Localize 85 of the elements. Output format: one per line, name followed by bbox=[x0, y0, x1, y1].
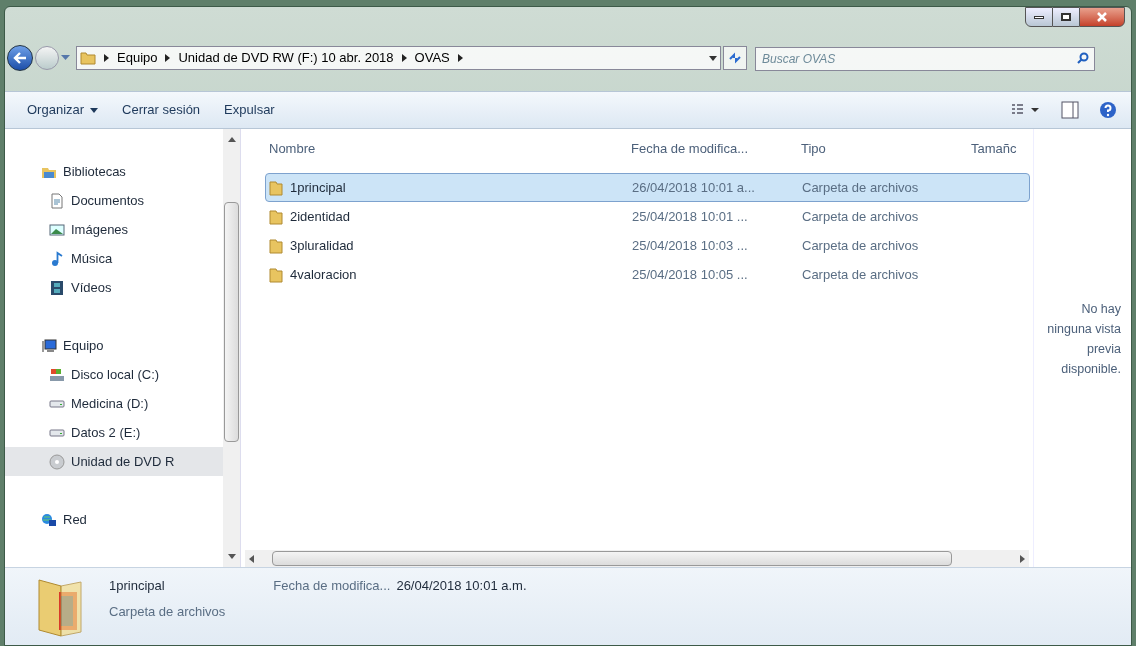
nav-item[interactable]: Medicina (D:) bbox=[5, 389, 223, 418]
refresh-icon bbox=[728, 52, 742, 64]
drive-icon bbox=[49, 399, 65, 408]
back-arrow-icon bbox=[13, 52, 27, 64]
nav-item[interactable]: Disco local (C:) bbox=[5, 360, 223, 389]
scroll-down-icon[interactable] bbox=[227, 554, 236, 559]
nav-item[interactable]: Red bbox=[5, 505, 223, 534]
chevron-icon[interactable] bbox=[457, 54, 463, 62]
column-header[interactable]: Nombre bbox=[269, 139, 631, 159]
type-cell-text: Carpeta de archivos bbox=[802, 178, 920, 197]
breadcrumb[interactable]: Unidad de DVD RW (F:) 10 abr. 2018 bbox=[178, 48, 394, 68]
date-cell-text: 25/04/2018 10:01 ... bbox=[632, 207, 749, 226]
nav-item[interactable]: Unidad de DVD R bbox=[5, 447, 223, 476]
column-header[interactable]: Tipo bbox=[801, 139, 971, 159]
column-header[interactable]: Tamañc bbox=[971, 139, 1031, 159]
back-button[interactable] bbox=[7, 45, 33, 71]
minimize-button[interactable] bbox=[1025, 7, 1053, 27]
date-cell-text: 26/04/2018 10:01 a... bbox=[632, 178, 756, 197]
file-name: 1principal bbox=[290, 178, 346, 197]
field-value: 26/04/2018 10:01 a.m. bbox=[396, 577, 527, 595]
close-button[interactable] bbox=[1079, 7, 1125, 27]
item-name: 1principal bbox=[109, 577, 166, 595]
film-icon bbox=[49, 279, 65, 296]
item-type: Carpeta de archivos bbox=[109, 602, 226, 621]
toolbar-button[interactable]: Expulsar bbox=[216, 96, 283, 124]
folder-icon bbox=[80, 50, 96, 66]
help-icon[interactable] bbox=[1099, 101, 1117, 119]
file-row[interactable]: 3pluralidad 25/04/2018 10:03 ... Carpeta de archivos bbox=[265, 231, 1030, 260]
column-header[interactable]: Fecha de modifica... bbox=[631, 139, 801, 159]
nav-item[interactable]: Vídeos bbox=[5, 273, 223, 302]
preview-pane-icon[interactable] bbox=[1061, 101, 1079, 119]
file-name: 4valoracion bbox=[290, 265, 357, 284]
toolbar-button[interactable]: Organizar bbox=[19, 96, 107, 124]
type-cell-text: Carpeta de archivos bbox=[802, 265, 920, 284]
search-icon[interactable] bbox=[1077, 52, 1089, 64]
open-folder-icon bbox=[35, 576, 85, 638]
file-row[interactable]: 2identidad 25/04/2018 10:01 ... Carpeta de archivos bbox=[265, 202, 1030, 231]
dropdown-icon[interactable] bbox=[709, 55, 717, 61]
scroll-thumb[interactable] bbox=[224, 202, 239, 442]
folder-icon bbox=[268, 266, 284, 283]
nav-item[interactable]: Música bbox=[5, 244, 223, 273]
refresh-button[interactable] bbox=[723, 46, 747, 70]
type-cell-text: Carpeta de archivos bbox=[802, 207, 920, 226]
file-name: 2identidad bbox=[290, 207, 350, 226]
maximize-button[interactable] bbox=[1053, 7, 1079, 27]
vertical-scrollbar[interactable] bbox=[223, 129, 240, 567]
close-icon bbox=[1096, 12, 1108, 22]
disk-icon bbox=[49, 366, 65, 383]
nav-item[interactable]: Datos 2 (E:) bbox=[5, 418, 223, 447]
date-cell-text: 25/04/2018 10:05 ... bbox=[632, 265, 749, 284]
music-note-icon bbox=[49, 250, 65, 267]
type-cell-text: Carpeta de archivos bbox=[802, 236, 920, 255]
view-options-icon[interactable] bbox=[1011, 103, 1041, 117]
nav-item[interactable]: Imágenes bbox=[5, 215, 223, 244]
disc-icon bbox=[49, 453, 65, 470]
file-row[interactable]: 1principal 26/04/2018 10:01 a... Carpeta de archivos bbox=[265, 173, 1030, 202]
picture-icon bbox=[49, 221, 65, 238]
chevron-icon[interactable] bbox=[165, 54, 171, 62]
scroll-left-icon[interactable] bbox=[249, 554, 254, 563]
network-icon bbox=[41, 511, 57, 528]
scroll-right-icon[interactable] bbox=[1020, 554, 1025, 563]
breadcrumb[interactable]: Equipo bbox=[117, 48, 158, 68]
scroll-thumb[interactable] bbox=[272, 551, 952, 566]
computer-icon bbox=[41, 337, 57, 354]
horizontal-scrollbar[interactable] bbox=[245, 550, 1029, 567]
nav-item[interactable]: Documentos bbox=[5, 186, 223, 215]
field-label: Fecha de modifica... bbox=[273, 577, 391, 595]
nav-item[interactable]: Bibliotecas bbox=[5, 157, 223, 186]
toolbar-button[interactable]: Cerrar sesión bbox=[114, 96, 209, 124]
folder-icon bbox=[268, 208, 284, 225]
chevron-icon[interactable] bbox=[104, 54, 109, 62]
address-field[interactable]: Equipo Unidad de DVD RW (F:) 10 abr. 2018 OVAS bbox=[76, 46, 721, 70]
scroll-up-icon[interactable] bbox=[227, 137, 236, 142]
breadcrumb[interactable]: OVAS bbox=[414, 48, 450, 68]
file-name: 3pluralidad bbox=[290, 236, 354, 255]
search-field[interactable]: Buscar OVAS bbox=[755, 47, 1095, 71]
folder-icon bbox=[268, 179, 284, 196]
document-icon bbox=[49, 192, 65, 209]
folder-icon bbox=[268, 237, 284, 254]
nav-item[interactable]: Equipo bbox=[5, 331, 223, 360]
chevron-icon[interactable] bbox=[401, 54, 407, 62]
date-cell-text: 25/04/2018 10:03 ... bbox=[632, 236, 749, 255]
file-row[interactable]: 4valoracion 25/04/2018 10:05 ... Carpeta de archivos bbox=[265, 260, 1030, 289]
drive-icon bbox=[49, 428, 65, 437]
preview-message: No hay ninguna vista previa disponible. bbox=[1046, 301, 1121, 378]
